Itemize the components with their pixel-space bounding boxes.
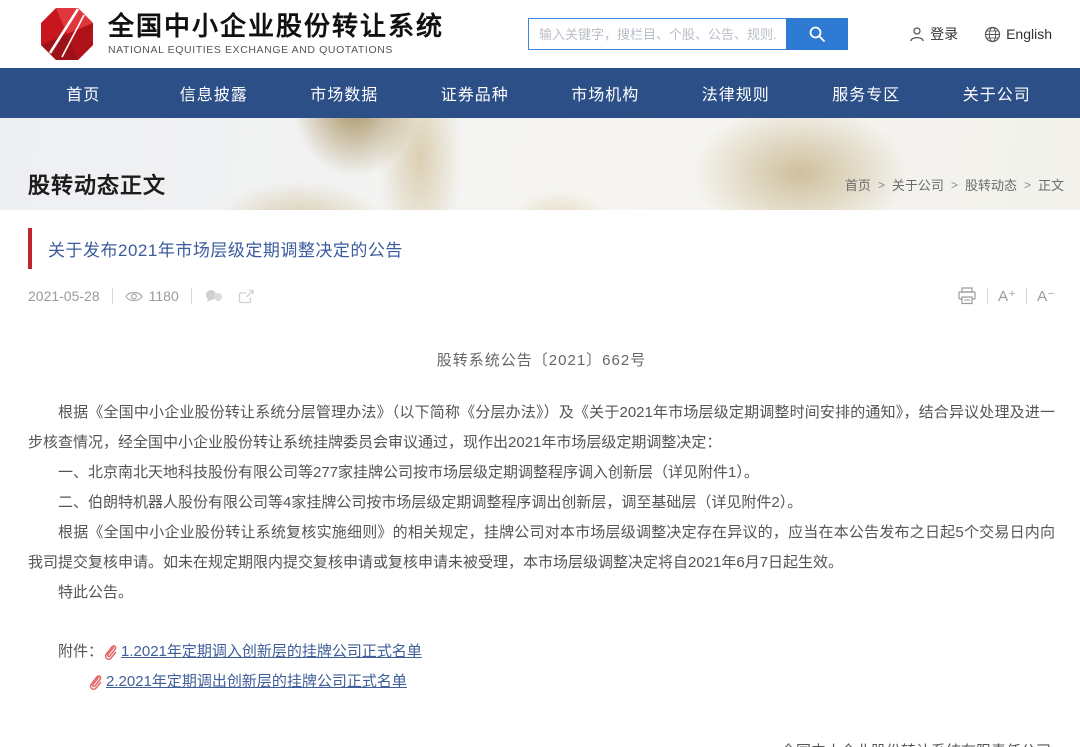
neeq-logo-icon [40,7,94,61]
divider [112,288,113,304]
document-number: 股转系统公告〔2021〕662号 [28,349,1055,370]
paragraph: 二、伯朗特机器人股份有限公司等4家挂牌公司按市场层级定期调整程序调出创新层，调至… [28,488,1055,518]
search-icon [808,25,826,43]
language-switch[interactable]: English [984,26,1052,43]
nav-item-securities[interactable]: 证券品种 [410,68,541,118]
nav-item-services[interactable]: 服务专区 [801,68,932,118]
nav-item-rules[interactable]: 法律规则 [671,68,802,118]
view-count: 1180 [149,288,179,304]
main-nav: 首页 信息披露 市场数据 证券品种 市场机构 法律规则 服务专区 关于公司 [0,68,1080,118]
attachment-row: 附件： 1.2021年定期调入创新层的挂牌公司正式名单 [28,638,1055,666]
nav-item-market-data[interactable]: 市场数据 [279,68,410,118]
signature-block: 全国中小企业股份转让系统有限责任公司 2021年5月28日 [28,736,1055,747]
publish-date: 2021-05-28 [28,288,100,304]
breadcrumb-separator: > [1024,178,1031,192]
logo-subtitle: NATIONAL EQUITIES EXCHANGE AND QUOTATION… [108,44,444,56]
paragraph: 根据《全国中小企业股份转让系统分层管理办法》（以下简称《分层办法》）及《关于20… [28,398,1055,458]
share-icon[interactable] [238,289,255,304]
login-label: 登录 [930,24,958,44]
article: 关于发布2021年市场层级定期调整决定的公告 2021-05-28 1180 [0,210,1080,747]
paragraph: 特此公告。 [28,578,1055,608]
breadcrumb-home[interactable]: 首页 [845,175,871,194]
meta-left: 2021-05-28 1180 [28,288,255,304]
paragraph: 根据《全国中小企业股份转让系统复核实施细则》的相关规定，挂牌公司对本市场层级调整… [28,518,1055,578]
header: 全国中小企业股份转让系统 NATIONAL EQUITIES EXCHANGE … [0,0,1080,68]
breadcrumb-about[interactable]: 关于公司 [892,175,944,194]
login-button[interactable]: 登录 [909,24,958,44]
print-icon[interactable] [957,287,977,305]
attachments: 附件： 1.2021年定期调入创新层的挂牌公司正式名单 2.2021年定期调出创… [28,638,1055,696]
divider [1026,288,1027,304]
search-input[interactable] [528,18,786,50]
nav-item-disclosure[interactable]: 信息披露 [149,68,280,118]
font-increase-button[interactable]: A⁺ [998,287,1016,305]
attachment-row: 2.2021年定期调出创新层的挂牌公司正式名单 [88,668,1055,696]
logo[interactable]: 全国中小企业股份转让系统 NATIONAL EQUITIES EXCHANGE … [40,7,444,61]
comment-icon[interactable] [204,289,224,303]
header-right: 登录 English [909,24,1052,44]
article-body: 根据《全国中小企业股份转让系统分层管理办法》（以下简称《分层办法》）及《关于20… [28,398,1055,608]
logo-title: 全国中小企业股份转让系统 [108,12,444,42]
eye-icon [125,290,143,303]
article-title-block: 关于发布2021年市场层级定期调整决定的公告 [28,228,1055,269]
logo-text: 全国中小企业股份转让系统 NATIONAL EQUITIES EXCHANGE … [108,12,444,56]
breadcrumb-news[interactable]: 股转动态 [965,175,1017,194]
divider [987,288,988,304]
nav-item-institutions[interactable]: 市场机构 [540,68,671,118]
search-button[interactable] [786,18,848,50]
attachment-link-1[interactable]: 1.2021年定期调入创新层的挂牌公司正式名单 [103,638,422,666]
breadcrumb-separator: > [951,178,958,192]
attachment-link-2[interactable]: 2.2021年定期调出创新层的挂牌公司正式名单 [88,668,407,696]
breadcrumb-current: 正文 [1038,175,1064,194]
user-icon [909,26,925,42]
search-bar [528,18,848,50]
signature-company: 全国中小企业股份转让系统有限责任公司 [28,736,1051,747]
paragraph: 一、北京南北天地科技股份有限公司等277家挂牌公司按市场层级定期调整程序调入创新… [28,458,1055,488]
breadcrumb: 首页 > 关于公司 > 股转动态 > 正文 [845,175,1064,194]
font-decrease-button[interactable]: A⁻ [1037,287,1055,305]
globe-icon [984,26,1001,43]
attachment-link-text: 1.2021年定期调入创新层的挂牌公司正式名单 [121,638,422,666]
nav-item-about[interactable]: 关于公司 [932,68,1063,118]
article-title: 关于发布2021年市场层级定期调整决定的公告 [48,236,403,261]
language-label: English [1006,26,1052,42]
paperclip-icon [103,644,117,660]
nav-item-home[interactable]: 首页 [18,68,149,118]
paperclip-icon [88,674,102,690]
page-banner: 股转动态正文 首页 > 关于公司 > 股转动态 > 正文 [0,118,1080,210]
view-counter: 1180 [125,288,179,304]
attachment-link-text: 2.2021年定期调出创新层的挂牌公司正式名单 [106,668,407,696]
meta-icons [204,289,255,304]
breadcrumb-separator: > [878,178,885,192]
article-meta: 2021-05-28 1180 [28,287,1055,305]
page: 全国中小企业股份转让系统 NATIONAL EQUITIES EXCHANGE … [0,0,1080,747]
attachments-label: 附件： [28,638,103,666]
meta-tools: A⁺ A⁻ [957,287,1055,305]
page-title: 股转动态正文 [28,168,166,200]
divider [191,288,192,304]
